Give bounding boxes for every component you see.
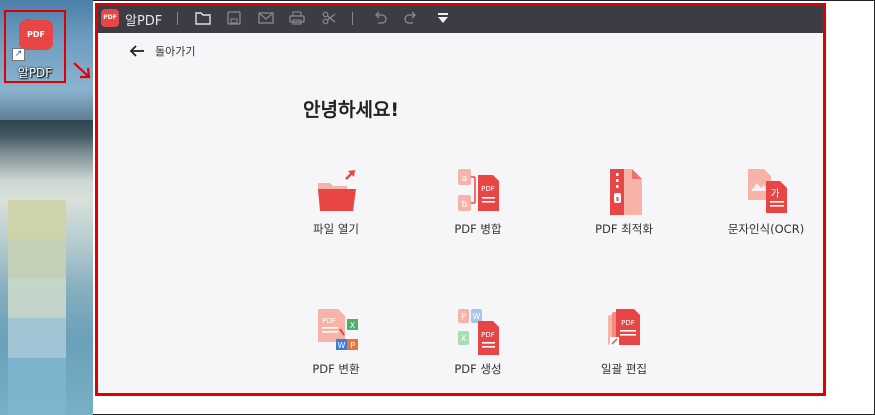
batch-edit-icon: PDF: [608, 309, 640, 346]
red-arrow-annotation: [73, 62, 91, 79]
ocr-letter: 가: [770, 188, 779, 200]
open-file-icon: [318, 170, 356, 211]
tile-batch-edit[interactable]: PDF 일괄 편집: [559, 309, 689, 389]
tile-optimize-pdf[interactable]: PDF 최적화: [559, 169, 689, 249]
toolbar-divider: [177, 12, 178, 25]
save-icon[interactable]: [224, 9, 244, 27]
print-icon[interactable]: [287, 9, 307, 27]
undo-icon[interactable]: [370, 9, 390, 27]
svg-text:X: X: [461, 334, 467, 343]
pdf-badge-text: PDF: [481, 185, 495, 193]
ocr-icon: 가: [748, 169, 787, 213]
back-label: 돌아가기: [155, 45, 196, 58]
app-title: 알PDF: [125, 14, 163, 29]
pdf-badge-text: PDF: [322, 317, 336, 325]
alpdf-window: PDF 알PDF 돌아가기 안녕하세요! 파일 열기 a b PDF PDF 병…: [95, 3, 826, 396]
pdf-badge-text: PDF: [481, 331, 495, 339]
scissors-icon[interactable]: [319, 9, 339, 27]
merge-letter-a: a: [462, 174, 468, 184]
tile-label: PDF 생성: [454, 362, 502, 376]
pdf-badge-text: PDF: [621, 319, 635, 327]
create-pdf-icon: P W X PDF: [458, 309, 499, 355]
svg-text:P: P: [350, 341, 355, 350]
title-bar: PDF 알PDF: [95, 3, 826, 33]
tile-label: PDF 최적화: [595, 222, 653, 236]
tile-label: PDF 병합: [454, 222, 502, 236]
desktop-shortcut-alpdf[interactable]: PDF ↗ 알PDF: [4, 10, 66, 83]
tile-label: PDF 변환: [312, 362, 360, 376]
open-folder-icon[interactable]: [193, 9, 213, 27]
toolbar-divider: [352, 12, 353, 25]
redo-icon[interactable]: [401, 9, 421, 27]
optimize-pdf-icon: [610, 169, 642, 215]
tile-label: 일괄 편집: [601, 362, 647, 376]
tile-ocr[interactable]: 가 문자인식(OCR): [701, 169, 831, 249]
desktop-icon-label: 알PDF: [17, 66, 53, 80]
blurred-desktop-area: [8, 200, 66, 415]
greeting-heading: 안녕하세요!: [303, 99, 400, 121]
merge-pdf-icon: a b PDF: [458, 169, 499, 211]
svg-text:X: X: [350, 321, 356, 330]
tile-convert-pdf[interactable]: PDF X W P PDF 변환: [271, 309, 401, 389]
app-logo-icon: PDF: [101, 9, 119, 27]
back-button[interactable]: 돌아가기: [129, 41, 195, 61]
tile-label: 문자인식(OCR): [727, 222, 805, 236]
tile-create-pdf[interactable]: P W X PDF PDF 생성: [413, 309, 543, 389]
shortcut-arrow-icon: ↗: [12, 48, 25, 61]
mail-icon[interactable]: [256, 9, 276, 27]
tile-open-file[interactable]: 파일 열기: [271, 169, 401, 249]
dropdown-menu-icon[interactable]: [433, 9, 453, 27]
alpdf-app-icon: PDF: [19, 20, 53, 50]
tile-label: 파일 열기: [313, 222, 359, 236]
desktop-wallpaper-shore: [0, 120, 93, 180]
tile-merge-pdf[interactable]: a b PDF PDF 병합: [413, 169, 543, 249]
svg-text:W: W: [473, 312, 481, 321]
back-arrow-icon: [129, 45, 144, 57]
svg-text:P: P: [461, 312, 466, 321]
merge-letter-b: b: [462, 200, 468, 210]
convert-pdf-icon: PDF X W P: [318, 309, 358, 350]
svg-text:W: W: [338, 341, 346, 350]
